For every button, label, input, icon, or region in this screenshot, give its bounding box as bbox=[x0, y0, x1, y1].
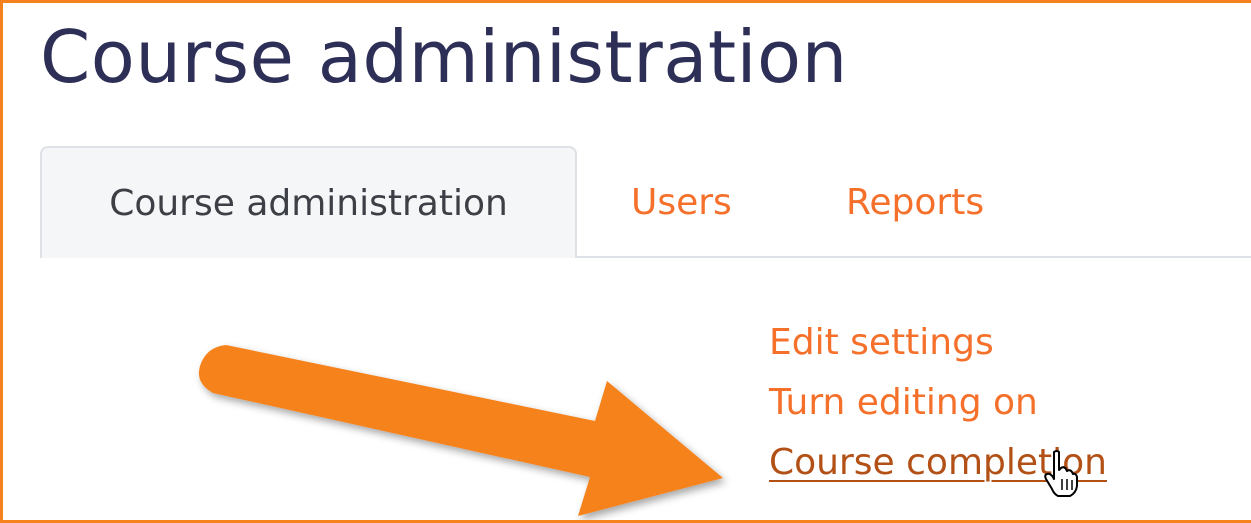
page-title: Course administration bbox=[40, 15, 848, 99]
tab-label: Reports bbox=[846, 181, 985, 223]
tab-course-administration[interactable]: Course administration bbox=[40, 146, 577, 258]
tab-users[interactable]: Users bbox=[631, 146, 732, 258]
edit-settings-link[interactable]: Edit settings bbox=[769, 325, 994, 361]
turn-editing-on-link[interactable]: Turn editing on bbox=[769, 385, 1038, 421]
screenshot-frame: Course administration Course administrat… bbox=[0, 0, 1251, 523]
tab-reports[interactable]: Reports bbox=[846, 146, 984, 258]
hand-pointer-icon bbox=[1044, 450, 1078, 497]
tab-label: Course administration bbox=[109, 182, 508, 224]
tab-label: Users bbox=[631, 181, 732, 223]
